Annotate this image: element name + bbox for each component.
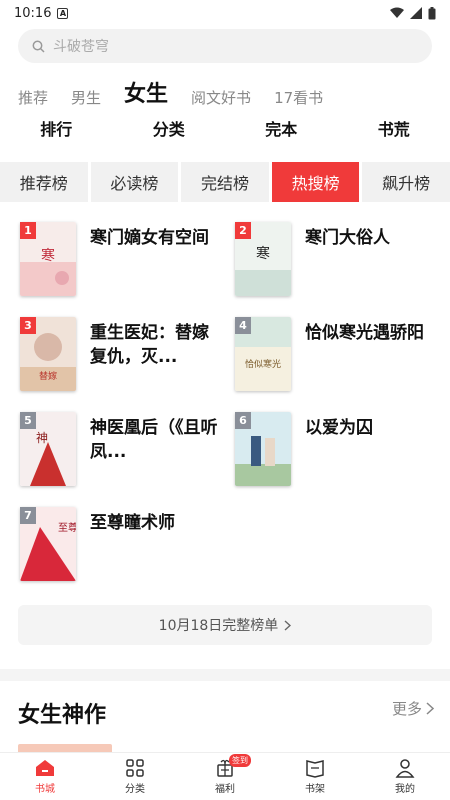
nav-category[interactable]: 分类: [90, 753, 180, 800]
nav-label: 分类: [125, 784, 145, 795]
nav-label: 书架: [305, 784, 325, 795]
more-link[interactable]: 更多: [392, 698, 434, 719]
nav-mine[interactable]: 我的: [360, 753, 450, 800]
more-label: 更多: [391, 700, 422, 718]
svg-text:替嫁: 替嫁: [39, 370, 57, 382]
battery-icon: [428, 6, 436, 19]
book-title[interactable]: 恰似寒光遇骄阳: [305, 321, 435, 345]
rank-badge: 3: [20, 317, 36, 334]
book-title[interactable]: 寒门大俗人: [305, 226, 435, 250]
category-recommend[interactable]: 推荐: [18, 87, 48, 108]
bottom-nav: 书城 分类 签到 福利 书架 我的: [0, 752, 450, 800]
notification-icon: A: [57, 7, 69, 19]
rank-badge: 7: [20, 507, 36, 524]
ranking-tabs: 推荐榜 必读榜 完结榜 热搜榜 飙升榜: [0, 162, 450, 202]
book-title[interactable]: 至尊瞳术师: [90, 511, 220, 535]
book-item[interactable]: 至尊 7 至尊瞳术师: [20, 507, 230, 587]
tab-recommend[interactable]: 推荐榜: [0, 162, 88, 202]
rank-badge: 4: [235, 317, 251, 334]
section-title: 女生神作: [18, 703, 107, 728]
chevron-right-icon: [426, 702, 434, 715]
search-placeholder: 斗破苍穹: [53, 39, 109, 55]
full-list-button[interactable]: 10月18日完整榜单: [18, 605, 432, 645]
tab-completed[interactable]: 完结榜: [181, 162, 269, 202]
wifi-icon: [390, 7, 404, 18]
category-male[interactable]: 男生: [71, 87, 101, 108]
category-17kan[interactable]: 17看书: [274, 87, 323, 108]
book-title[interactable]: 神医凰后（《且听凤...: [90, 416, 220, 464]
svg-text:寒: 寒: [41, 247, 55, 264]
book-title[interactable]: 以爱为囚: [305, 416, 435, 440]
tab-must-read[interactable]: 必读榜: [90, 162, 179, 202]
svg-text:恰似寒光: 恰似寒光: [245, 358, 281, 370]
svg-text:神: 神: [36, 431, 48, 445]
chevron-right-icon: [284, 619, 292, 631]
book-item[interactable]: 恰似寒光 4 恰似寒光遇骄阳: [235, 317, 445, 397]
tab-hot-search[interactable]: 热搜榜: [271, 162, 360, 202]
subnav-finished[interactable]: 完本: [225, 116, 338, 140]
signal-icon: [410, 7, 422, 19]
book-item[interactable]: 寒 1 寒门嫡女有空间: [20, 222, 230, 302]
search-bar[interactable]: 斗破苍穹: [18, 29, 432, 63]
bookshelf-icon: [306, 760, 324, 778]
user-icon: [395, 759, 415, 778]
svg-text:至尊: 至尊: [58, 521, 76, 534]
section-divider: [0, 669, 450, 681]
grid-icon: [126, 759, 144, 777]
category-female[interactable]: 女生: [124, 76, 168, 108]
full-list-label: 10月18日完整榜单: [158, 618, 279, 634]
category-yuewen[interactable]: 阅文好书: [191, 87, 251, 108]
book-title[interactable]: 寒门嫡女有空间: [90, 226, 220, 250]
nav-label: 我的: [395, 784, 415, 795]
nav-welfare[interactable]: 签到 福利: [180, 753, 270, 800]
book-item[interactable]: 寒 2 寒门大俗人: [235, 222, 445, 302]
status-time: 10:16: [14, 5, 52, 21]
nav-bookstore[interactable]: 书城: [0, 753, 90, 800]
book-item[interactable]: 神 5 神医凰后（《且听凤...: [20, 412, 230, 492]
rank-badge: 1: [20, 222, 36, 239]
nav-label: 福利: [215, 784, 235, 795]
checkin-badge: 签到: [229, 754, 251, 767]
nav-bookshelf[interactable]: 书架: [270, 753, 360, 800]
status-bar: 10:16 A: [0, 0, 450, 26]
tab-rising[interactable]: 飙升榜: [362, 162, 450, 202]
svg-text:寒: 寒: [256, 245, 270, 262]
rank-badge: 6: [235, 412, 251, 429]
subnav-category[interactable]: 分类: [113, 116, 226, 140]
subnav-booklack[interactable]: 书荒: [338, 116, 450, 140]
book-item[interactable]: 替嫁 3 重生医妃：替嫁复仇，灭...: [20, 317, 230, 397]
search-icon: [32, 40, 45, 53]
category-nav: 推荐 男生 女生 阅文好书 17看书: [18, 76, 450, 108]
book-item[interactable]: 6 以爱为囚: [235, 412, 445, 492]
nav-label: 书城: [35, 784, 55, 795]
subnav-ranking[interactable]: 排行: [0, 116, 113, 140]
sub-nav: 排行 分类 完本 书荒: [0, 116, 450, 140]
book-title[interactable]: 重生医妃：替嫁复仇，灭...: [90, 321, 220, 369]
rank-badge: 2: [235, 222, 251, 239]
home-icon: [36, 760, 54, 776]
rank-badge: 5: [20, 412, 36, 429]
